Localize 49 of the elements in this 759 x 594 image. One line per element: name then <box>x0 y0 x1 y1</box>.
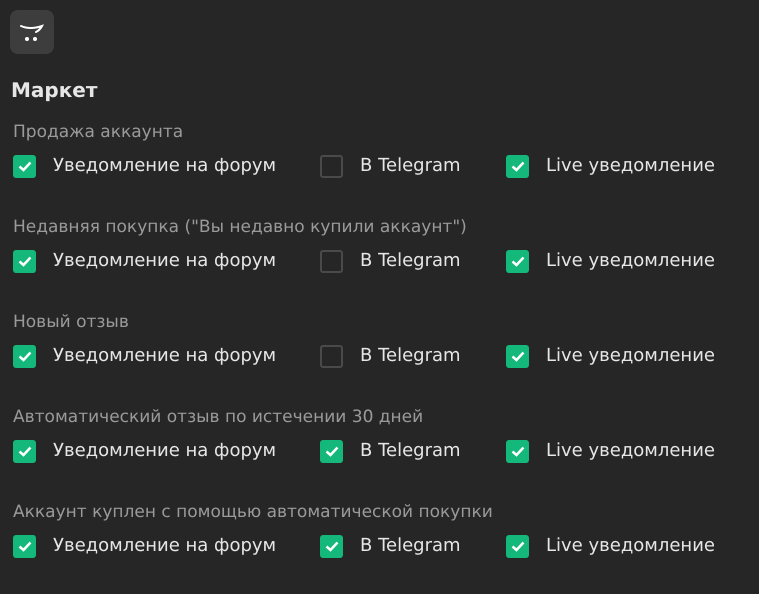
checkbox-label[interactable]: Live уведомление <box>546 439 715 463</box>
checkbox[interactable] <box>506 534 529 558</box>
group-label: Недавняя покупка ("Вы недавно купили аккаунт") <box>13 216 467 239</box>
checkbox[interactable] <box>506 154 529 178</box>
group-label: Новый отзыв <box>13 311 129 334</box>
check-icon <box>510 540 524 552</box>
checkbox-label[interactable]: Live уведомление <box>546 249 715 273</box>
group-label: Аккаунт куплен с помощью автоматической покупки <box>13 501 493 524</box>
checkbox[interactable] <box>506 344 529 368</box>
app-icon <box>10 10 54 54</box>
checkbox[interactable] <box>320 534 343 558</box>
checkbox-label[interactable]: Уведомление на форум <box>53 439 276 463</box>
checkbox-label[interactable]: Live уведомление <box>546 344 715 368</box>
checkbox[interactable] <box>320 344 343 368</box>
checkbox-label[interactable]: В Telegram <box>360 439 461 463</box>
checkbox[interactable] <box>320 440 343 462</box>
group-label: Автоматический отзыв по истечении 30 дней <box>13 406 424 429</box>
check-icon <box>18 540 32 552</box>
checkbox-label[interactable]: Уведомление на форум <box>53 344 276 368</box>
checkbox[interactable] <box>13 250 36 272</box>
check-icon <box>510 350 524 362</box>
checkbox-label[interactable]: В Telegram <box>360 534 461 558</box>
check-icon <box>324 540 338 552</box>
checkbox-label[interactable]: Уведомление на форум <box>53 534 276 558</box>
checkbox-label[interactable]: Уведомление на форум <box>53 154 276 178</box>
group-label: Продажа аккаунта <box>13 121 184 144</box>
checkbox-label[interactable]: Уведомление на форум <box>53 249 276 273</box>
section-title: Маркет <box>11 78 98 102</box>
checkbox[interactable] <box>13 534 36 558</box>
check-icon <box>510 446 524 456</box>
checkbox[interactable] <box>13 440 36 462</box>
checkbox-label[interactable]: Live уведомление <box>546 154 715 178</box>
check-icon <box>18 350 32 362</box>
check-icon <box>18 256 32 266</box>
checkbox[interactable] <box>506 440 529 462</box>
checkbox-label[interactable]: В Telegram <box>360 344 461 368</box>
checkbox[interactable] <box>320 250 343 272</box>
checkbox-label[interactable]: Live уведомление <box>546 534 715 558</box>
checkbox[interactable] <box>13 154 36 178</box>
check-icon <box>510 160 524 172</box>
checkbox[interactable] <box>506 250 529 272</box>
check-icon <box>510 256 524 266</box>
check-icon <box>18 160 32 172</box>
checkbox-label[interactable]: В Telegram <box>360 249 461 273</box>
checkbox[interactable] <box>13 344 36 368</box>
check-icon <box>324 446 338 456</box>
checkbox-label[interactable]: В Telegram <box>360 154 461 178</box>
checkbox[interactable] <box>320 154 343 178</box>
check-icon <box>18 446 32 456</box>
